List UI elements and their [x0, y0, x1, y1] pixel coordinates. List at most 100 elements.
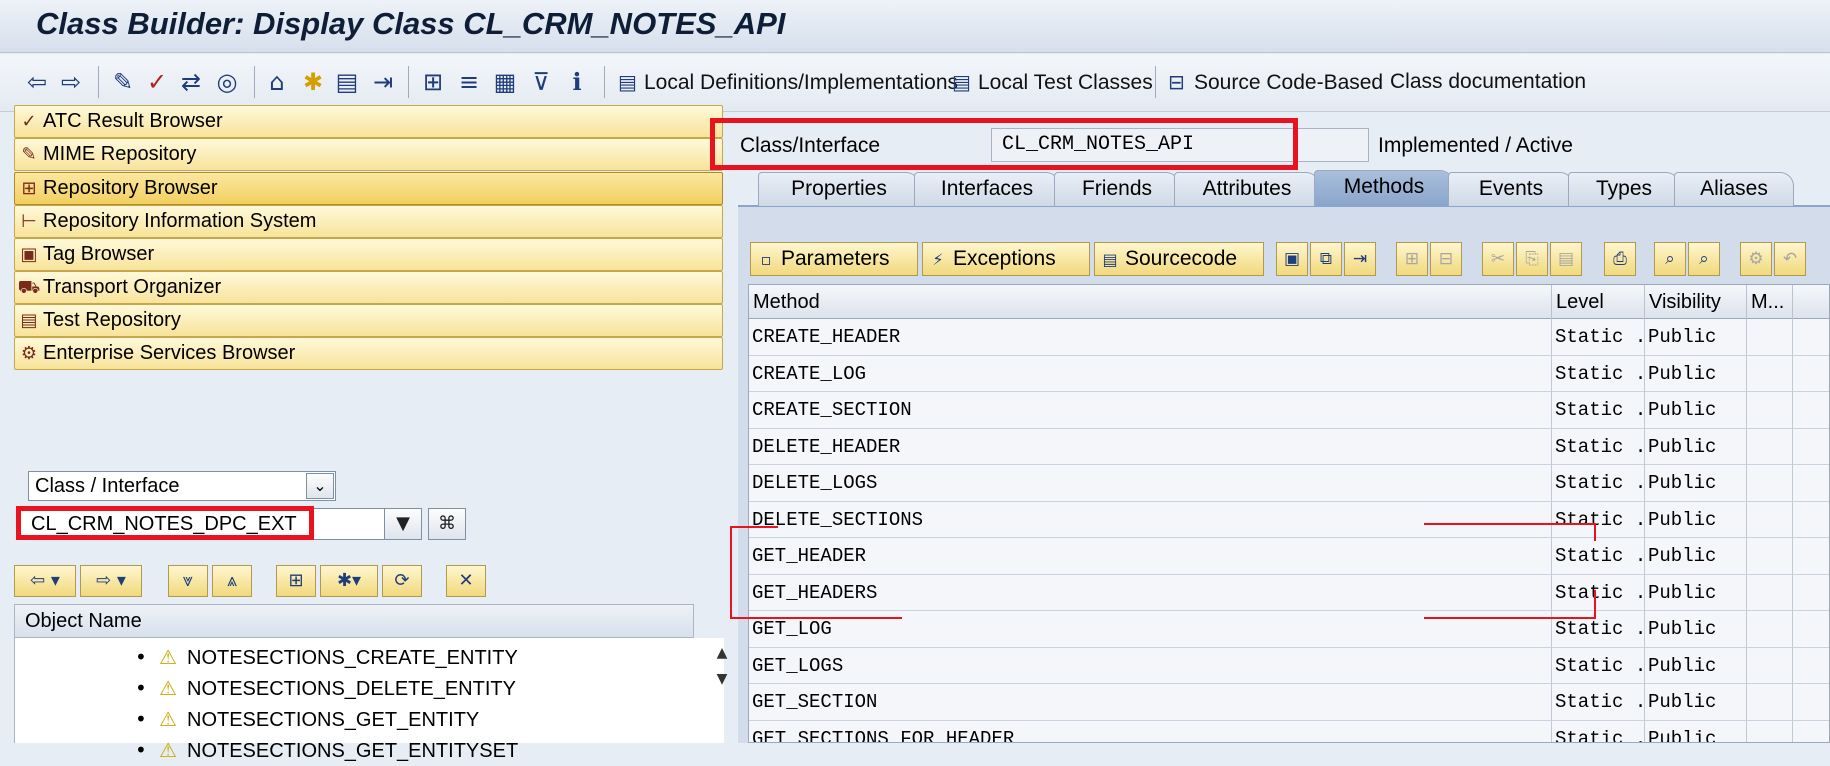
- nav-atc-result-browser[interactable]: ✓ ATC Result Browser: [14, 105, 723, 138]
- exceptions-button[interactable]: ⚡ Exceptions: [922, 242, 1090, 276]
- navigate-icon[interactable]: ⇥: [1344, 242, 1376, 276]
- level-cell: Static ...: [1552, 538, 1645, 574]
- detail-view-icon[interactable]: ▣: [1276, 242, 1308, 276]
- atc-icon: ✓: [21, 111, 37, 132]
- find-icon[interactable]: ⌕: [1654, 242, 1686, 276]
- table-row[interactable]: GET_HEADERSStatic ...Public: [749, 574, 1829, 611]
- tab-interfaces[interactable]: Interfaces: [914, 172, 1060, 206]
- nav-enterprise-services-browser[interactable]: ⚙ Enterprise Services Browser: [14, 337, 723, 370]
- filter-icon[interactable]: ⊽: [526, 68, 556, 96]
- display-object-list-icon[interactable]: ▤: [332, 68, 362, 96]
- method-cell: GET_HEADERS: [749, 574, 1552, 611]
- level-cell: Static ...: [1552, 574, 1645, 611]
- parameters-button[interactable]: ▫ Parameters: [750, 242, 918, 276]
- nav-tag-browser[interactable]: ▣ Tag Browser: [14, 238, 723, 271]
- display-glasses-button[interactable]: ⌘: [428, 508, 466, 540]
- where-used-icon[interactable]: ◎: [212, 68, 242, 96]
- table-row[interactable]: GET_SECTIONStatic ...Public: [749, 684, 1829, 721]
- extra-cell: [1793, 575, 1829, 611]
- table-row[interactable]: DELETE_HEADERStatic ...Public: [749, 428, 1829, 465]
- nav-label: ATC Result Browser: [43, 110, 223, 132]
- nav-mime-repository[interactable]: ✎ MIME Repository: [14, 138, 723, 171]
- copy-view-icon[interactable]: ⧉: [1310, 242, 1342, 276]
- tab-friends[interactable]: Friends: [1054, 172, 1180, 206]
- dropdown-arrow-button[interactable]: ▼: [384, 508, 422, 540]
- object-type-select[interactable]: Class / Interface ⌄: [28, 471, 336, 501]
- tree-item-label: NOTESECTIONS_GET_ENTITY: [187, 709, 480, 731]
- paste-icon[interactable]: ▤: [1550, 242, 1582, 276]
- undo-icon[interactable]: ↶: [1774, 242, 1806, 276]
- list-item[interactable]: • ⚠ NOTESECTIONS_GET_ENTITY: [135, 704, 479, 734]
- nav-test-repository[interactable]: ▤ Test Repository: [14, 304, 723, 337]
- table-row[interactable]: CREATE_SECTIONStatic ...Public: [749, 392, 1829, 429]
- hierarchy-icon[interactable]: ⊞: [276, 565, 316, 597]
- favorites-icon[interactable]: ✱▾: [320, 565, 378, 597]
- local-definitions-button[interactable]: ▤ Local Definitions/Implementations: [618, 67, 958, 97]
- list-item[interactable]: • ⚠ NOTESECTIONS_CREATE_ENTITY: [135, 642, 518, 672]
- next-object-button[interactable]: ⇨ ▾: [80, 565, 142, 597]
- tab-types[interactable]: Types: [1568, 172, 1680, 206]
- info-icon[interactable]: ℹ: [562, 68, 592, 96]
- nav-repository-information-system[interactable]: ⊢ Repository Information System: [14, 205, 723, 238]
- insert-row-icon[interactable]: ⊞: [1396, 242, 1428, 276]
- navigation-window-icon[interactable]: ⇥: [368, 68, 398, 96]
- source-code-based-button[interactable]: ⊟ Source Code-Based: [1168, 67, 1383, 97]
- hierarchy-icon[interactable]: ⊞: [418, 68, 448, 96]
- navigate-icon[interactable]: ✱: [298, 68, 328, 96]
- find-next-icon[interactable]: ⌕: [1688, 242, 1720, 276]
- delete-row-icon[interactable]: ⊟: [1430, 242, 1462, 276]
- table-row[interactable]: GET_SECTIONS_FOR_HEADERStatic ...Public: [749, 720, 1829, 742]
- modeled-cell: [1747, 428, 1793, 465]
- expand-icon[interactable]: ⩔: [168, 565, 208, 597]
- scroll-down-icon[interactable]: ▼: [711, 668, 733, 690]
- column-method[interactable]: Method: [749, 285, 1552, 319]
- table-row[interactable]: DELETE_SECTIONSStatic ...Public: [749, 501, 1829, 538]
- table-row[interactable]: GET_LOGStatic ...Public: [749, 611, 1829, 648]
- chevron-down-icon[interactable]: ⌄: [306, 473, 334, 499]
- column-modeled[interactable]: M...: [1747, 285, 1793, 319]
- object-list-icon[interactable]: ⌂: [262, 68, 292, 96]
- forward-arrow-icon[interactable]: ⇨: [56, 68, 86, 96]
- display-change-icon[interactable]: ✎: [108, 68, 138, 96]
- sourcecode-button[interactable]: ▤ Sourcecode: [1094, 242, 1264, 276]
- visibility-cell: Public: [1645, 355, 1747, 392]
- tab-events[interactable]: Events: [1448, 172, 1574, 206]
- nav-repository-browser[interactable]: ⊞ Repository Browser: [14, 172, 723, 205]
- table-row[interactable]: GET_LOGSStatic ...Public: [749, 647, 1829, 684]
- local-test-classes-button[interactable]: ▤ Local Test Classes: [952, 67, 1153, 97]
- exceptions-icon: ⚡: [932, 250, 944, 269]
- scroll-up-icon[interactable]: ▲: [711, 642, 733, 664]
- back-arrow-icon[interactable]: ⇦: [22, 68, 52, 96]
- other-object-icon[interactable]: ≡: [454, 68, 484, 96]
- cut-icon[interactable]: ✂: [1482, 242, 1514, 276]
- close-icon[interactable]: ✕: [446, 565, 486, 597]
- filter-icon[interactable]: ⚙: [1740, 242, 1772, 276]
- activate-icon[interactable]: ⇄: [176, 68, 206, 96]
- column-level[interactable]: Level: [1552, 285, 1645, 319]
- table-row[interactable]: CREATE_HEADERStatic ...Public: [749, 319, 1829, 356]
- tab-properties[interactable]: Properties: [758, 172, 920, 206]
- table-row[interactable]: DELETE_LOGSStatic ...Public: [749, 465, 1829, 502]
- inactive-objects-icon[interactable]: ▦: [490, 68, 520, 96]
- tab-methods[interactable]: Methods: [1314, 170, 1454, 206]
- modeled-cell: [1747, 538, 1793, 574]
- tab-aliases[interactable]: Aliases: [1674, 172, 1794, 206]
- table-row[interactable]: CREATE_LOGStatic ...Public: [749, 355, 1829, 392]
- print-icon[interactable]: ⎙: [1604, 242, 1636, 276]
- refresh-icon[interactable]: ⟳: [382, 565, 422, 597]
- collapse-icon[interactable]: ⩓: [212, 565, 252, 597]
- list-item[interactable]: • ⚠ NOTESECTIONS_DELETE_ENTITY: [135, 673, 516, 703]
- table-row[interactable]: GET_HEADERStatic ...Public: [749, 538, 1829, 575]
- tab-attributes[interactable]: Attributes: [1174, 172, 1320, 206]
- nav-transport-organizer[interactable]: ⛟ Transport Organizer: [14, 271, 723, 304]
- check-icon[interactable]: ✓: [142, 68, 172, 96]
- copy-icon[interactable]: ⎘: [1516, 242, 1548, 276]
- list-item[interactable]: • ⚠ NOTESECTIONS_GET_ENTITYSET: [135, 735, 518, 765]
- previous-object-button[interactable]: ⇦ ▾: [14, 565, 76, 597]
- column-visibility[interactable]: Visibility: [1645, 285, 1747, 319]
- visibility-cell: Public: [1645, 720, 1747, 742]
- visibility-cell: Public: [1645, 574, 1747, 611]
- level-cell: Static ...: [1552, 720, 1645, 742]
- class-documentation-button[interactable]: Class documentation: [1390, 67, 1586, 97]
- services-icon: ⚙: [20, 343, 38, 364]
